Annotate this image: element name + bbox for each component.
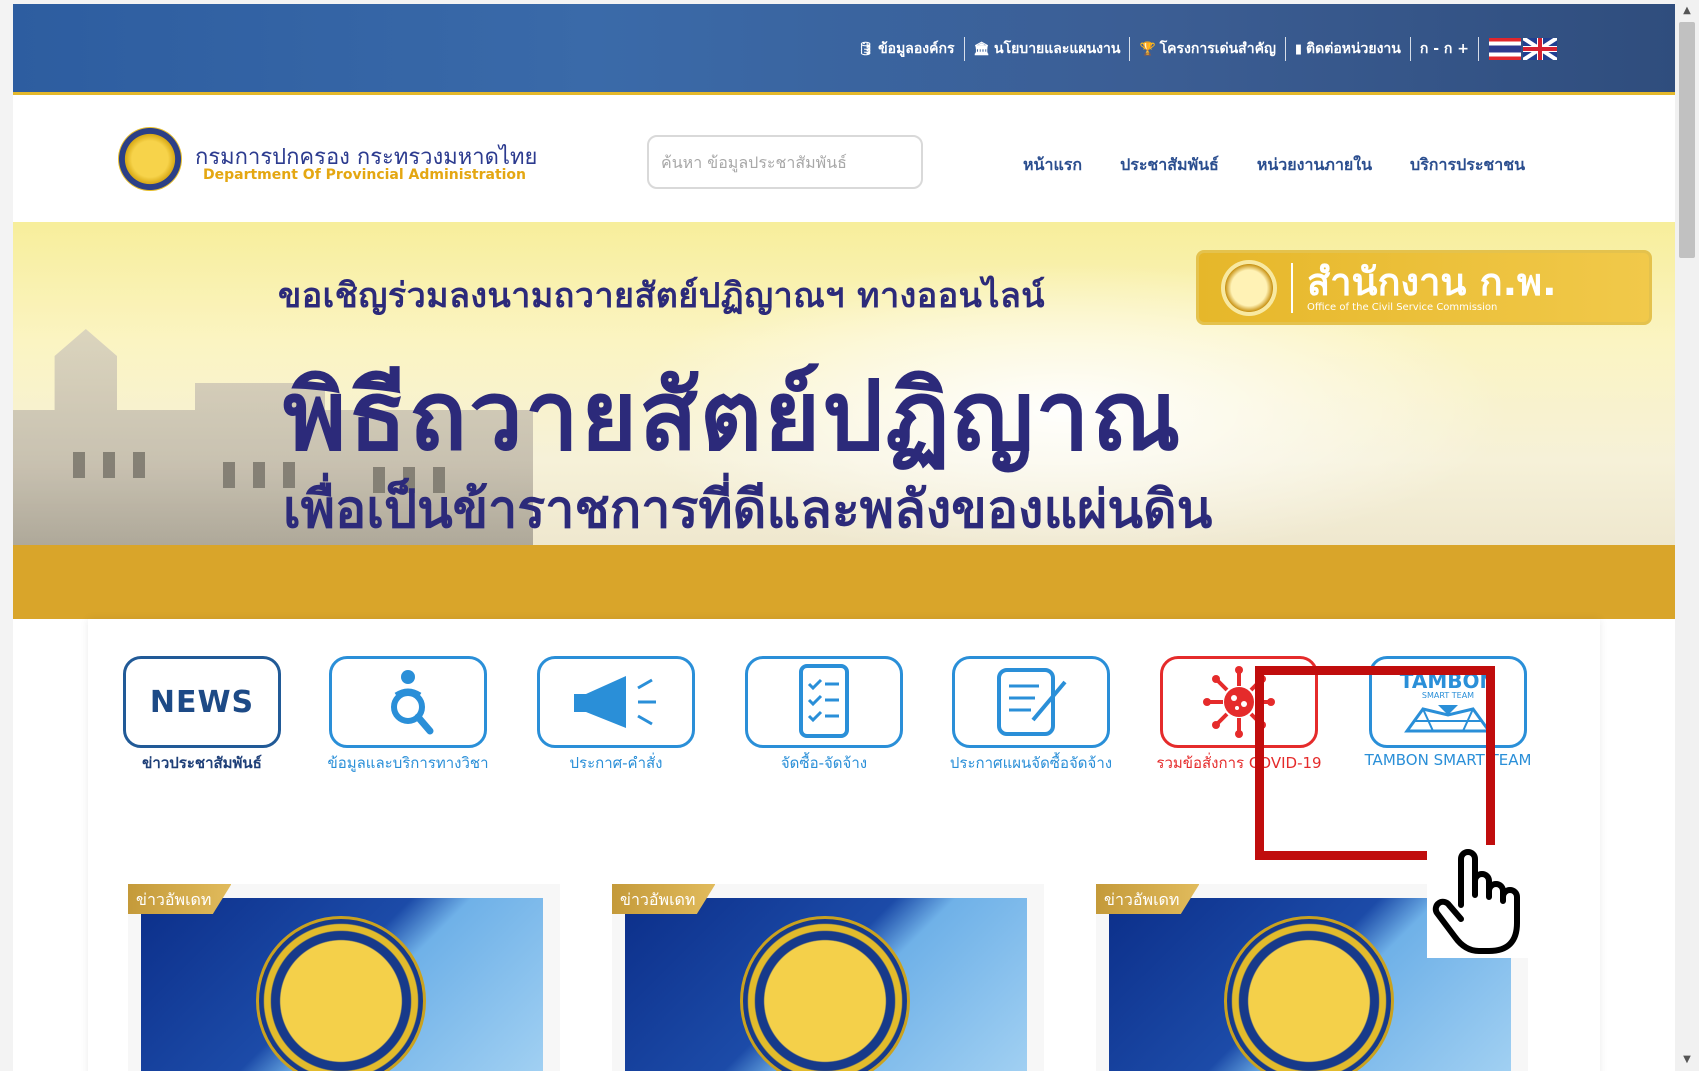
tambon-logo-icon: TAMBON SMART TEAM [1369,656,1527,748]
brand-name-en[interactable]: Department Of Provincial Administration [203,167,526,183]
nav-services[interactable]: บริการประชาชน [1410,153,1525,178]
service-announcements[interactable]: ประกาศ-คำสั่ง [516,656,716,775]
news-icon: NEWS [123,656,281,748]
site-header: กรมการปกครอง กระทรวงมหาดไทย Department O… [13,95,1675,222]
topnav-label: ติดต่อหน่วยงาน [1306,41,1401,57]
topnav-label: ข้อมูลองค์กร [878,41,955,57]
ocsc-text: สำนักงาน ก.พ. Office of the Civil Servic… [1307,262,1557,313]
tambon-logo-subtext: SMART TEAM [1421,691,1475,700]
font-size-control[interactable]: ก - ก + [1411,38,1478,60]
tambon-logo: TAMBON SMART TEAM [1400,671,1496,733]
service-news[interactable]: NEWS ข่าวประชาสัมพันธ์ [102,656,302,775]
service-label: จัดซื้อ-จัดจ้าง [780,754,868,772]
divider [1478,37,1479,61]
hero-banner[interactable]: ขอเชิญร่วมลงนามถวายสัตย์ปฏิญาณฯ ทางออนไล… [13,222,1675,619]
divider [1291,262,1293,313]
uk-flag-icon[interactable] [1523,38,1557,60]
news-card[interactable]: ข่าวอัพเดท [612,884,1044,1071]
scrollbar-thumb[interactable] [1679,22,1695,258]
ocsc-emblem-icon [1221,259,1277,316]
scroll-down-icon[interactable]: ▼ [1675,1051,1699,1069]
scrollbar[interactable]: ▲ ▼ [1675,0,1699,1071]
person-search-icon [329,656,487,748]
trophy-icon: 🏆 [1139,41,1156,57]
services-panel: NEWS ข่าวประชาสัมพันธ์ ข้อมูลและบริการทา… [88,619,1600,1071]
scroll-up-icon[interactable]: ▲ [1675,2,1699,20]
megaphone-icon [537,656,695,748]
top-bar: 🛢 ข้อมูลองค์กร 🏛 นโยบายและแผนงาน 🏆 โครงก… [13,4,1675,95]
search-input[interactable] [647,135,923,189]
website-content: 🛢 ข้อมูลองค์กร 🏛 นโยบายและแผนงาน 🏆 โครงก… [13,4,1675,1071]
dopa-logo[interactable] [118,127,182,191]
news-card[interactable]: ข่าวอัพเดท [128,884,560,1071]
pointer-hand-icon [1427,845,1533,958]
topnav-projects[interactable]: 🏆 โครงการเด่นสำคัญ [1130,38,1284,60]
topnav-policy[interactable]: 🏛 นโยบายและแผนงาน [965,38,1130,60]
service-label: ข้อมูลและบริการทางวิชา [327,754,489,772]
ocsc-name-th: สำนักงาน ก.พ. [1307,260,1557,304]
nav-home[interactable]: หน้าแรก [1023,153,1082,178]
dopa-seal-icon [256,916,426,1071]
service-label: ประกาศแผนจัดซื้อจัดจ้าง [949,754,1113,772]
checklist-scroll-icon [745,656,903,748]
news-card-image[interactable] [141,898,543,1071]
nav-pr[interactable]: ประชาสัมพันธ์ [1120,153,1219,178]
service-info[interactable]: ข้อมูลและบริการทางวิชา [308,656,508,775]
ocsc-badge: สำนักงาน ก.พ. Office of the Civil Servic… [1196,250,1652,325]
topnav-label: นโยบายและแผนงาน [994,41,1121,57]
topnav-contact[interactable]: ▮ ติดต่อหน่วยงาน [1286,38,1410,60]
virus-icon [1160,656,1318,748]
ocsc-name-en: Office of the Civil Service Commission [1307,302,1498,313]
dopa-seal-icon [1224,916,1394,1071]
banner-gold-band [13,545,1675,619]
nav-units[interactable]: หน่วยงานภายใน [1257,153,1372,178]
banner-invite-text: ขอเชิญร่วมลงนามถวายสัตย์ปฏิญาณฯ ทางออนไล… [278,276,1046,316]
top-nav: 🛢 ข้อมูลองค์กร 🏛 นโยบายและแผนงาน 🏆 โครงก… [849,34,1557,64]
topnav-org-info[interactable]: 🛢 ข้อมูลองค์กร [849,38,964,60]
dopa-seal-icon [740,916,910,1071]
phonebook-icon: ▮ [1294,41,1303,57]
document-edit-icon [952,656,1110,748]
service-procurement-plan[interactable]: ประกาศแผนจัดซื้อจัดจ้าง [931,656,1131,775]
main-nav: หน้าแรก ประชาสัมพันธ์ หน่วยงานภายใน บริก… [1023,153,1525,178]
service-tambon-smart-team[interactable]: TAMBON SMART TEAM TAMBON SMART TEAM [1348,656,1548,769]
banner-subtitle: เพื่อเป็นข้าราชการที่ดีและพลังของแผ่นดิน [283,480,1213,540]
news-icon-text: NEWS [149,684,255,720]
service-label: รวมข้อสั่งการ COVID-19 [1156,754,1322,772]
thai-flag-icon[interactable] [1489,38,1521,60]
news-card-image[interactable] [625,898,1027,1071]
service-label: ข่าวประชาสัมพันธ์ [142,754,262,772]
tambon-logo-text: TAMBON [1399,669,1497,693]
service-procurement[interactable]: จัดซื้อ-จัดจ้าง [724,656,924,775]
browser-page: 🛢 ข้อมูลองค์กร 🏛 นโยบายและแผนงาน 🏆 โครงก… [0,0,1699,1071]
service-label: TAMBON SMART TEAM [1364,751,1532,769]
database-icon: 🛢 [857,41,875,57]
building-icon: 🏛 [973,41,991,57]
service-covid[interactable]: รวมข้อสั่งการ COVID-19 [1139,656,1339,775]
service-label: ประกาศ-คำสั่ง [569,754,663,772]
topnav-label: โครงการเด่นสำคัญ [1159,41,1276,57]
